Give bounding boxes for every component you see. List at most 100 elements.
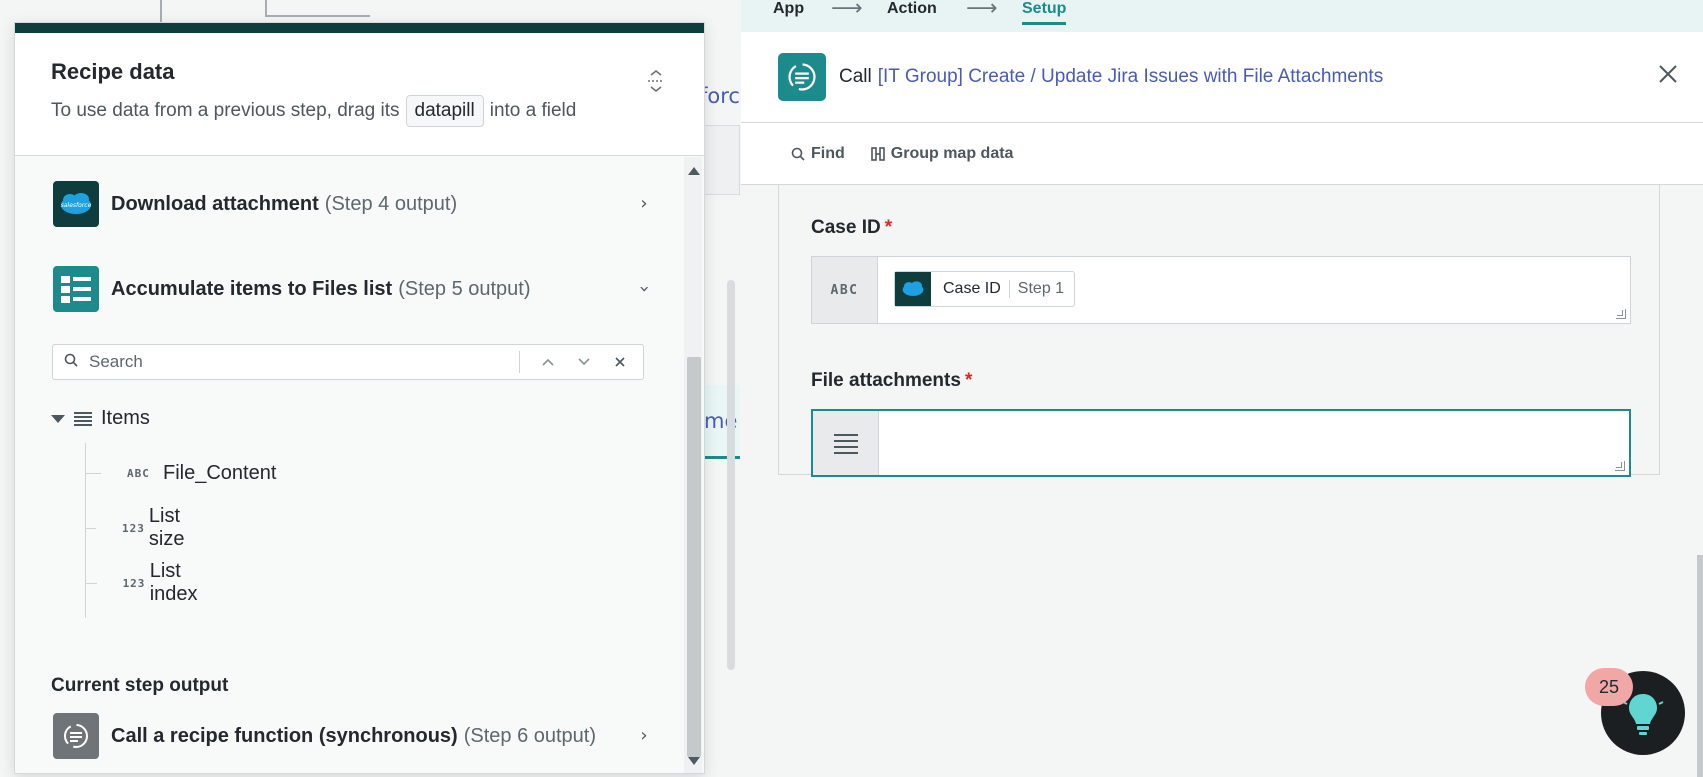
input-fields-form: Case ID * ABC Case ID Step 1 File attachm… — [778, 185, 1660, 477]
canvas-connector — [160, 0, 162, 22]
datapill-search — [52, 344, 644, 380]
tree-branch-line — [85, 527, 96, 529]
page-scrollbar[interactable] — [1697, 555, 1703, 777]
search-previous-button[interactable] — [530, 345, 566, 379]
step-name: Download attachment — [111, 192, 319, 215]
tree-node-label: Items — [101, 407, 150, 429]
recipe-function-icon — [53, 713, 99, 759]
datapill-step: Step 1 — [1008, 280, 1064, 298]
list-icon — [53, 266, 99, 312]
search-input[interactable] — [89, 352, 509, 372]
arrow-right-icon: ⟶ — [966, 0, 998, 21]
notification-badge: 25 — [1585, 668, 1633, 706]
step-label: Download attachment (Step 4 output) — [111, 193, 457, 216]
tree-branch-line — [85, 582, 97, 584]
wizard-steps-bar: App ⟶ Action ⟶ Setup — [741, 0, 1703, 32]
datapill-name: List index — [149, 560, 198, 605]
step-output: (Step 4 output) — [324, 192, 458, 215]
step-row-accumulate-items[interactable]: Accumulate items to Files list (Step 5 ou… — [53, 266, 655, 312]
datapill-list-size[interactable]: 123 List size — [85, 505, 199, 550]
action-toolbar: Find Group map data — [741, 123, 1703, 185]
chevron-up-icon — [542, 358, 554, 366]
called-recipe-link[interactable]: [IT Group] Create / Update Jira Issues w… — [878, 66, 1383, 87]
chevron-right-icon: › — [640, 725, 648, 746]
datapill-tree: Items ABC File_Content 123 List size 123… — [51, 407, 276, 618]
required-asterisk: * — [964, 370, 973, 391]
scroll-up-icon[interactable] — [688, 167, 700, 175]
file-attachments-label: File attachments * — [811, 370, 972, 392]
datapill-file-content[interactable]: ABC File_Content — [85, 458, 276, 488]
datapill-case-id[interactable]: Case ID Step 1 — [894, 271, 1076, 307]
scrollbar-thumb[interactable] — [687, 357, 701, 757]
type-badge: 123 — [122, 521, 145, 535]
find-label: Find — [811, 144, 845, 162]
wizard-step-app[interactable]: App — [773, 0, 804, 18]
field-type-badge: ABC — [812, 257, 878, 323]
resize-handle-icon[interactable] — [1615, 461, 1625, 471]
find-button[interactable]: Find — [791, 145, 845, 163]
salesforce-icon: salesforce — [53, 181, 99, 227]
wizard-step-action[interactable]: Action — [887, 0, 937, 18]
group-map-label: Group map data — [890, 144, 1014, 162]
datapill-tag: datapill — [405, 95, 484, 127]
type-badge: ABC — [127, 466, 150, 480]
step-label: Call a recipe function (synchronous) (Ste… — [111, 725, 596, 748]
step-name: Call a recipe function (synchronous) — [111, 724, 458, 747]
action-title-prefix: Call — [839, 66, 872, 87]
group-map-icon — [870, 146, 885, 161]
canvas-scrollbar[interactable] — [727, 280, 735, 670]
salesforce-icon — [895, 272, 931, 306]
action-config-panel: Call [IT Group] Create / Update Jira Issu… — [741, 32, 1703, 777]
step-name: Accumulate items to Files list — [111, 277, 393, 300]
case-id-input[interactable]: Case ID Step 1 — [878, 257, 1630, 323]
scroll-down-icon[interactable] — [688, 757, 700, 765]
chevron-down-icon — [578, 358, 590, 366]
datapill-list-index[interactable]: 123 List index — [85, 560, 211, 605]
search-clear-button[interactable] — [602, 345, 638, 379]
subtitle-text-before: To use data from a previous step, drag i… — [51, 100, 400, 121]
search-next-button[interactable] — [566, 345, 602, 379]
field-label-text: Case ID — [811, 217, 881, 238]
recipe-data-scrollbar[interactable] — [684, 157, 702, 773]
canvas-connector — [265, 0, 267, 16]
svg-text:salesforce: salesforce — [61, 202, 92, 209]
canvas-step-card — [700, 125, 740, 195]
recipe-data-panel-topbar — [15, 23, 704, 33]
list-icon — [813, 411, 879, 475]
case-id-field[interactable]: ABC Case ID Step 1 — [811, 256, 1631, 324]
file-attachments-input[interactable] — [879, 411, 1629, 475]
close-panel-button[interactable] — [1657, 63, 1683, 89]
action-header: Call [IT Group] Create / Update Jira Issu… — [741, 32, 1703, 123]
caret-down-icon — [51, 414, 65, 423]
tree-branch-line — [85, 472, 101, 474]
recipe-data-subtitle: To use data from a previous step, drag i… — [51, 95, 704, 127]
group-map-data-button[interactable]: Group map data — [870, 144, 1014, 163]
arrow-right-icon: ⟶ — [831, 0, 863, 21]
canvas-connector — [265, 15, 370, 17]
datapill-name: List size — [148, 505, 185, 550]
recipe-data-title: Recipe data — [51, 59, 175, 84]
close-icon — [615, 357, 625, 367]
chevron-down-icon: › — [634, 285, 655, 293]
collapse-expand-icon[interactable] — [644, 69, 668, 93]
case-id-label: Case ID * — [811, 217, 892, 239]
resize-handle-icon[interactable] — [1616, 309, 1626, 319]
list-lines-icon — [74, 411, 92, 426]
recipe-data-list: salesforce Download attachment (Step 4 ou… — [15, 157, 688, 773]
tree-node-items[interactable]: Items — [51, 407, 150, 430]
action-title: Call [IT Group] Create / Update Jira Issu… — [839, 66, 1383, 88]
step-row-call-recipe-function[interactable]: Call a recipe function (synchronous) (Ste… — [53, 713, 653, 759]
current-step-output-title: Current step output — [51, 675, 229, 696]
recipe-function-icon — [778, 53, 826, 101]
subtitle-text-after: into a field — [489, 100, 577, 121]
step-label: Accumulate items to Files list (Step 5 ou… — [111, 278, 531, 301]
wizard-step-setup[interactable]: Setup — [1022, 0, 1067, 25]
search-divider — [519, 351, 520, 373]
required-asterisk: * — [884, 217, 893, 238]
step-row-download-attachment[interactable]: salesforce Download attachment (Step 4 ou… — [53, 181, 653, 227]
datapill-name: File_Content — [163, 461, 277, 484]
file-attachments-field[interactable] — [811, 409, 1631, 477]
chevron-right-icon: › — [640, 193, 648, 214]
datapill-name: Case ID — [943, 280, 1001, 297]
type-badge: 123 — [122, 576, 146, 590]
